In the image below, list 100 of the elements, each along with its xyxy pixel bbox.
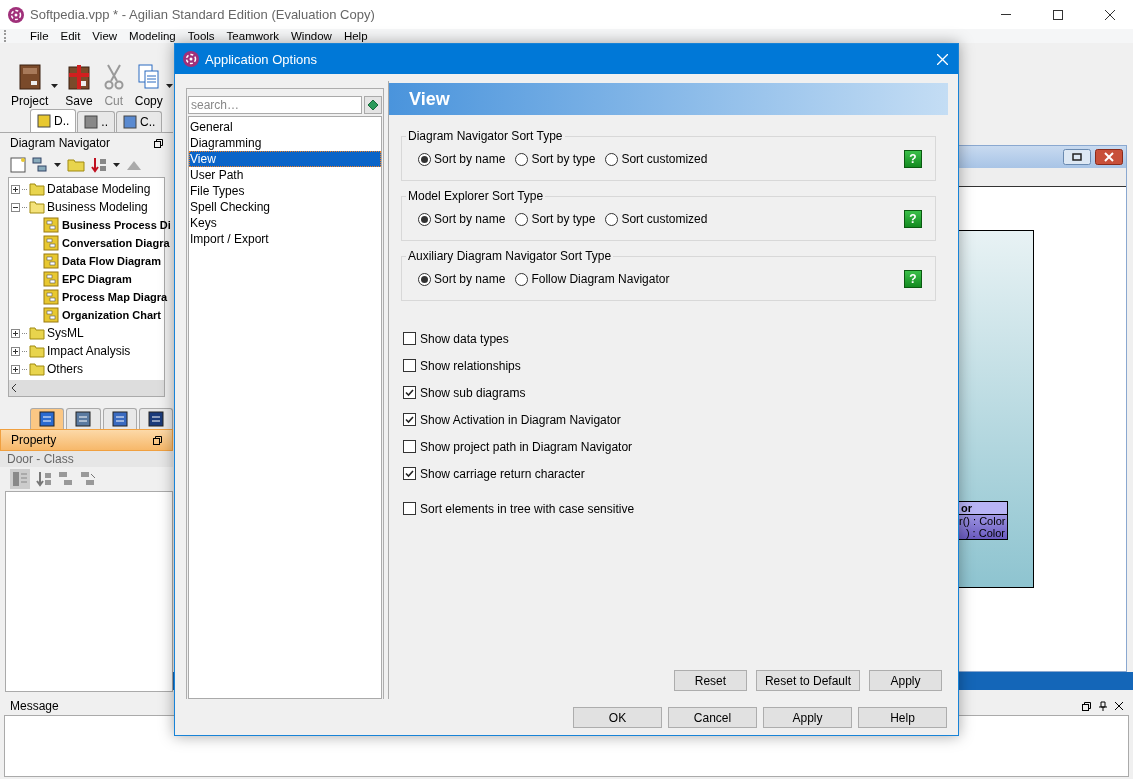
menu-item[interactable]: Teamwork — [220, 29, 285, 43]
menu-item[interactable]: Modeling — [123, 29, 182, 43]
new-diagram-icon[interactable] — [10, 157, 26, 173]
caret-icon[interactable] — [51, 84, 59, 88]
checkbox-label[interactable]: Show data types — [420, 331, 509, 346]
pin-icon[interactable] — [1099, 701, 1107, 711]
sort-icon[interactable] — [36, 471, 52, 487]
page-button[interactable]: Reset to Default — [755, 670, 860, 691]
radio-button[interactable] — [515, 272, 529, 286]
category-item[interactable]: Diagramming — [189, 135, 381, 151]
menu-item[interactable]: Help — [337, 29, 374, 43]
group-title: Auxiliary Diagram Navigator Sort Type — [407, 249, 613, 263]
tree-item[interactable]: Business Process Di — [62, 219, 171, 231]
checkbox-label[interactable]: Sort elements in tree with case sensitive — [420, 501, 635, 516]
tree-view-icon[interactable] — [32, 157, 48, 173]
radio-label[interactable]: Sort by type — [531, 152, 596, 166]
restore-icon[interactable] — [154, 138, 163, 148]
checkbox[interactable] — [403, 502, 416, 515]
category-item[interactable]: User Path — [189, 167, 381, 183]
tree-item[interactable]: Database Modeling — [47, 182, 151, 196]
tree-item[interactable]: Business Modeling — [47, 200, 148, 214]
radio-label[interactable]: Sort by name — [434, 152, 506, 166]
dialog-button[interactable]: OK — [573, 707, 662, 728]
checkbox[interactable] — [403, 413, 416, 426]
radio-button[interactable] — [515, 152, 529, 166]
dialog-button[interactable]: Apply — [763, 707, 852, 728]
checkbox[interactable] — [403, 440, 416, 453]
tree-item[interactable]: Others — [47, 362, 83, 376]
tree-item[interactable]: Process Map Diagra — [62, 291, 168, 303]
radio-button[interactable] — [418, 272, 431, 286]
category-item[interactable]: File Types — [189, 183, 381, 199]
search-field[interactable]: search… — [188, 96, 363, 114]
sort-icon[interactable] — [91, 157, 107, 173]
panel-tab[interactable]: .. — [77, 111, 115, 132]
dialog-button[interactable]: Help — [858, 707, 947, 728]
toolbar-button[interactable]: Project — [8, 64, 52, 108]
expand-icon[interactable] — [11, 184, 20, 194]
category-item[interactable]: Import / Export — [189, 231, 381, 247]
checkbox[interactable] — [403, 359, 416, 372]
panel-tab[interactable] — [102, 408, 137, 429]
checkbox-label[interactable]: Show project path in Diagram Navigator — [420, 439, 633, 454]
collapse-icon[interactable] — [11, 202, 20, 212]
radio-button[interactable] — [605, 152, 619, 166]
tree-item[interactable]: SysML — [47, 326, 84, 340]
radio-label[interactable]: Sort by name — [434, 272, 506, 286]
panel-title: Property — [11, 433, 57, 447]
category-item[interactable]: Spell Checking — [189, 199, 381, 215]
expand-icon[interactable] — [11, 346, 20, 356]
radio-label[interactable]: Sort customized — [621, 212, 708, 226]
toolbar-button[interactable]: Save — [62, 64, 96, 108]
menu-item[interactable]: Tools — [181, 29, 221, 43]
restore-icon[interactable] — [153, 435, 162, 445]
tree-item[interactable]: Organization Chart — [62, 309, 161, 321]
radio-button[interactable] — [605, 212, 619, 226]
clear-search-button[interactable] — [364, 96, 382, 114]
maximize-icon — [1053, 9, 1063, 20]
restore-icon[interactable] — [1082, 701, 1091, 711]
folder-icon — [29, 362, 45, 376]
radio-button[interactable] — [515, 212, 529, 226]
panel-tab[interactable]: D.. — [30, 109, 77, 132]
page-button[interactable]: Reset — [673, 670, 747, 691]
category-item[interactable]: View — [189, 151, 381, 167]
radio-label[interactable]: Sort by type — [531, 212, 596, 226]
tree-item[interactable]: EPC Diagram — [62, 273, 132, 285]
expand-icon[interactable] — [11, 364, 20, 374]
menu-item[interactable]: Window — [285, 29, 338, 43]
panel-tab[interactable]: C.. — [116, 111, 163, 132]
menu-item[interactable]: File — [24, 29, 55, 43]
radio-label[interactable]: Sort by name — [434, 212, 506, 226]
checkbox-label[interactable]: Show relationships — [420, 358, 521, 373]
menu-item[interactable]: View — [86, 29, 124, 43]
caret-icon[interactable] — [165, 84, 173, 88]
close-button[interactable] — [1095, 149, 1123, 165]
checkbox-label[interactable]: Show carriage return character — [420, 466, 585, 481]
checkbox[interactable] — [403, 332, 416, 345]
category-item[interactable]: General — [189, 119, 381, 135]
tree-item[interactable]: Data Flow Diagram — [62, 255, 162, 267]
expand-icon[interactable] — [11, 328, 20, 338]
tree-item[interactable]: Conversation Diagra — [62, 237, 170, 249]
checkbox-label[interactable]: Show Activation in Diagram Navigator — [420, 412, 621, 427]
radio-label[interactable]: Sort customized — [621, 152, 708, 166]
folder-icon — [29, 344, 45, 358]
radio-button[interactable] — [418, 152, 431, 166]
tree-item[interactable]: Impact Analysis — [47, 344, 131, 358]
radio-label[interactable]: Follow Diagram Navigator — [531, 272, 670, 286]
radio-button[interactable] — [418, 212, 431, 226]
menu-item[interactable]: Edit — [54, 29, 87, 43]
checkbox[interactable] — [403, 386, 416, 399]
checkbox-label[interactable]: Show sub diagrams — [420, 385, 526, 400]
toolbar-button[interactable]: Copy — [131, 64, 166, 108]
panel-tab[interactable] — [138, 408, 173, 429]
dialog-button[interactable]: Cancel — [668, 707, 757, 728]
category-item[interactable]: Keys — [189, 215, 381, 231]
panel-tab[interactable] — [30, 408, 65, 429]
page-button[interactable]: Apply — [869, 670, 942, 691]
checkbox[interactable] — [403, 467, 416, 480]
scroll-left-icon[interactable] — [11, 384, 17, 392]
close-icon[interactable] — [1115, 702, 1123, 710]
restore-button[interactable] — [1063, 149, 1091, 165]
panel-tab[interactable] — [66, 408, 101, 429]
